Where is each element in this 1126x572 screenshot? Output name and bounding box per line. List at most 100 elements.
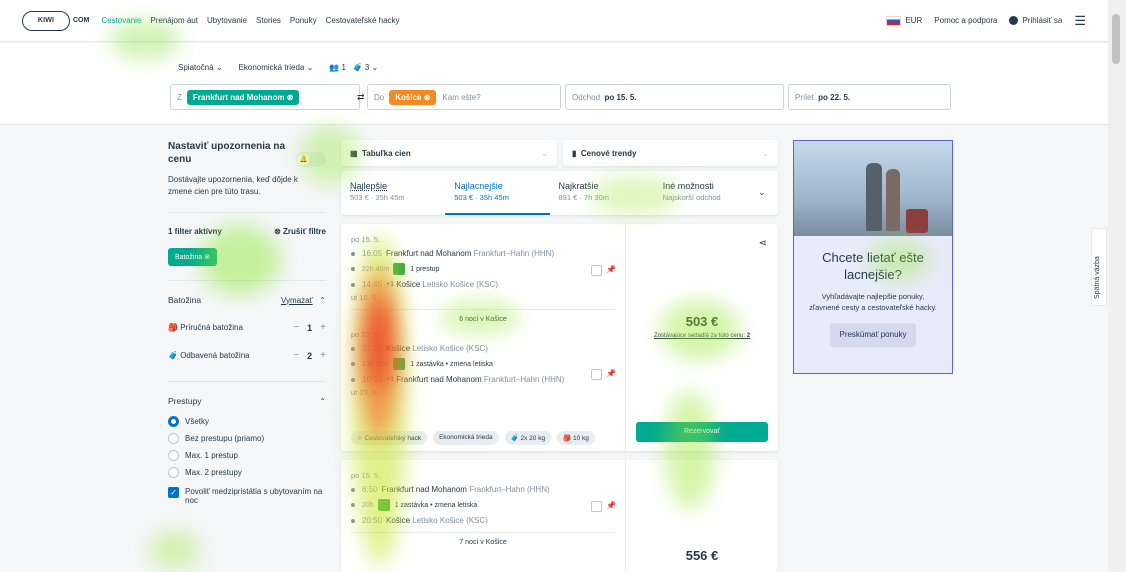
cabin-bag-icon: 🎒 [563,435,572,442]
destination-chip[interactable]: Košice ⊗ [389,89,437,105]
clear-filters-button[interactable]: ⊗ Zrušiť filtre [274,227,326,236]
return-departure: 21:25 Košice Letisko Košice (KSC) [351,344,615,353]
origin-field[interactable]: Z Frankfurt nad Mohanom ⊗ [170,84,360,110]
destination-input[interactable]: Kam ešte? [442,93,480,102]
increment-button[interactable]: + [320,350,326,361]
stops-option-all[interactable]: Všetky [168,416,326,427]
cabin-bag-stepper: −1 + [293,322,326,333]
increment-button[interactable]: + [320,322,326,333]
compare-checkbox[interactable] [591,501,602,512]
currency-selector[interactable]: EUR [886,15,922,26]
filters-sidebar: Nastaviť upozornenia na cenu 🔔 Dostávajt… [168,140,326,505]
stops-option-max-2[interactable]: Max. 2 prestupy [168,467,326,478]
nav-links: Cestovanie Prenájom áut Ubytovanie Stori… [101,16,399,25]
stops-option-max-1[interactable]: Max. 1 prestup [168,450,326,461]
checked-bag-icon: 🧳 [510,435,519,442]
pin-icon[interactable]: 📌 [606,501,616,510]
cabin-class-select[interactable]: Ekonomická trieda ⌄ [239,63,314,72]
hand-bag-badge: 🎒 10 kg [557,431,595,445]
seats-remaining-link[interactable]: Zostávajúce sedadlá za túto cenu: 2 [626,333,778,339]
radio-button[interactable] [168,450,179,461]
promo-banner: Chcete lietať ešte lacnejšie? Vyhľadávaj… [793,140,953,374]
itinerary: po 15. 5. 6:50 Frankfurt nad Mohanom Fran… [341,460,625,564]
tab-best[interactable]: Najlepšie 503 € · 35h 45m [341,171,445,215]
trip-type-select[interactable]: Spiatočná ⌄ [178,63,223,72]
menu-icon[interactable]: ☰ [1074,13,1086,29]
carrier-logo-icon [393,358,406,370]
cabin-bag-icon: 🎒 [168,323,178,332]
decrement-button[interactable]: − [293,322,299,333]
radio-button[interactable] [168,433,179,444]
nav-link-deals[interactable]: Ponuky [290,16,317,25]
chevron-up-icon[interactable]: ⌃ [319,296,326,305]
chevron-down-icon[interactable]: ⌄ [758,171,778,215]
active-filter-tag[interactable]: Batožina ⊗ [168,248,218,266]
logo-suffix: COM [73,17,90,24]
chevron-up-icon[interactable]: ⌃ [319,397,326,406]
baggage-clear-link[interactable]: Vymazať [281,296,313,305]
pin-icon[interactable]: 📌 [606,369,616,378]
feedback-tab[interactable]: Spätná väzba [1091,228,1107,306]
radio-button[interactable] [168,467,179,478]
chevron-down-icon: ⌄ [306,63,314,72]
return-date: po 22. 5. [351,330,381,339]
passengers-select[interactable]: 👥 1 🧳 3 ⌄ [329,63,378,72]
divider [168,280,326,281]
departure-date-field[interactable]: Odchod po 15. 5. [565,84,784,110]
remove-chip-icon[interactable]: ⊗ [424,93,431,102]
active-filters-count: 1 filter aktívny [168,227,222,236]
return-date-field[interactable]: Prílet po 22. 5. [788,84,951,110]
checked-bag-stepper: −2 + [293,350,326,361]
share-icon[interactable]: ⋖ [759,238,767,249]
compare-checkbox[interactable] [591,265,602,276]
login-button[interactable]: Prihlásiť sa [1009,16,1062,26]
bag-icon: 🧳 [352,63,363,72]
destination-field[interactable]: Do Košice ⊗ Kam ešte? [367,84,561,110]
chevron-down-icon: ⌄ [215,63,223,72]
compare-checkbox[interactable] [591,369,602,380]
kiwi-logo[interactable]: KIWI [22,10,70,31]
search-options: Spiatočná ⌄ Ekonomická trieda ⌄ 👥 1 🧳 3 … [178,63,378,72]
origin-chip[interactable]: Frankfurt nad Mohanom ⊗ [186,89,300,105]
price-column: 556 € [625,460,777,572]
checkbox-checked[interactable]: ✓ [168,487,179,498]
itinerary: po 15. 5. 16:05 Frankfurt nad Mohanom Fra… [341,224,625,408]
outbound-date: po 15. 5. [351,471,381,480]
price-trends-select[interactable]: ▮ Cenové trendy ⌄ [563,140,778,166]
remove-chip-icon[interactable]: ⊗ [287,93,294,102]
result-card[interactable]: po 15. 5. 6:50 Frankfurt nad Mohanom Fran… [341,460,778,572]
baggage-section-title: Batožina [168,295,202,305]
page-scrollbar[interactable] [1108,0,1126,572]
stops-option-direct[interactable]: Bez prestupu (priamo) [168,433,326,444]
travel-hack-badge[interactable]: ☆ Cestovateľský hack [351,431,428,445]
scrollbar-thumb[interactable] [1112,14,1120,64]
carrier-logo-icon [393,263,406,275]
grid-icon: ▦ [350,148,358,158]
timeline-dot [351,487,355,492]
tab-fastest[interactable]: Najkratšie 891 € · 7h 30m [550,171,654,215]
decrement-button[interactable]: − [293,350,299,361]
remove-filter-icon[interactable]: ⊗ [204,254,210,261]
nav-link-stays[interactable]: Ubytovanie [207,16,247,25]
outbound-date: po 15. 5. [351,235,381,244]
overnight-stopover-option[interactable]: ✓ Povoliť medzipristátia s ubytovaním na … [168,487,326,505]
tab-cheapest[interactable]: Najlacnejšie 503 € · 35h 45m [445,171,550,215]
result-card[interactable]: po 15. 5. 16:05 Frankfurt nad Mohanom Fra… [341,224,778,451]
reserve-button[interactable]: Rezervovať [636,422,768,442]
timeline-dot [351,518,355,523]
explore-deals-button[interactable]: Preskúmať ponuky [830,323,916,347]
price-table-select[interactable]: ▦ Tabuľka cien ⌄ [341,140,557,166]
price-alert-description: Dostávajte upozornenia, keď dôjde k zmen… [168,175,298,196]
nav-link-car-rental[interactable]: Prenájom áut [150,16,198,25]
star-icon: ☆ [357,435,363,442]
tab-other-options[interactable]: Iné možnosti Najskorší odchod [654,171,758,215]
return-arrival: 10:30 +1 Frankfurt nad Mohanom Frankfurt–… [351,375,615,384]
help-link[interactable]: Pomoc a podpora [934,16,997,25]
nav-link-travel-hacks[interactable]: Cestovateľské hacky [326,16,400,25]
radio-button[interactable] [168,416,179,427]
pin-icon[interactable]: 📌 [606,265,616,274]
price-alert-toggle[interactable]: 🔔 [296,152,326,167]
outbound-duration: 22h 40m 1 prestup [351,263,615,275]
nav-link-stories[interactable]: Stories [256,16,281,25]
nav-link-travel[interactable]: Cestovanie [101,16,141,25]
